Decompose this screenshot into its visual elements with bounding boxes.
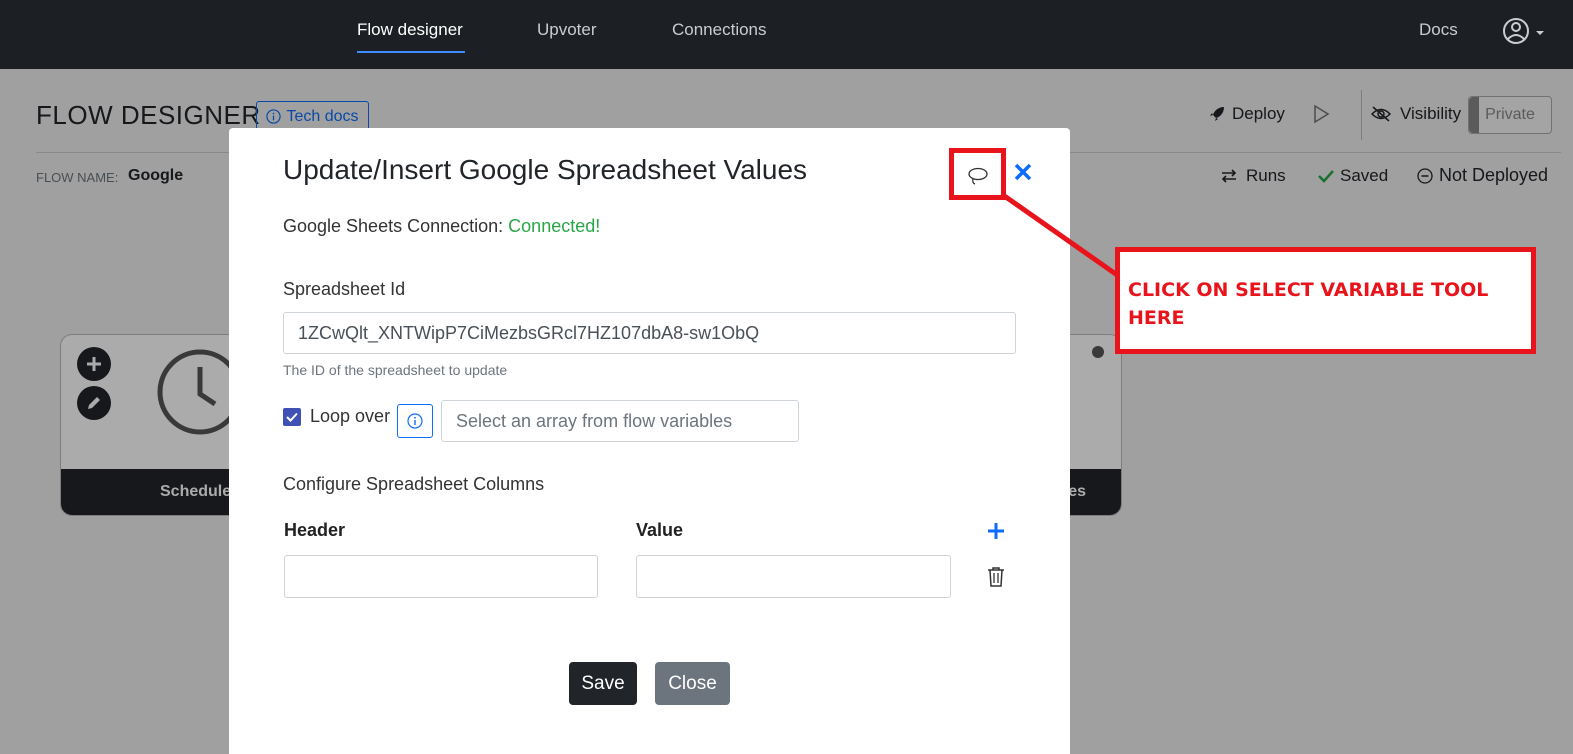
annotation-connector [1001, 192, 1122, 280]
annotation-highlight-box [949, 148, 1006, 200]
annotation-callout: CLICK ON SELECT VARIABLE TOOL HERE [1115, 247, 1536, 354]
